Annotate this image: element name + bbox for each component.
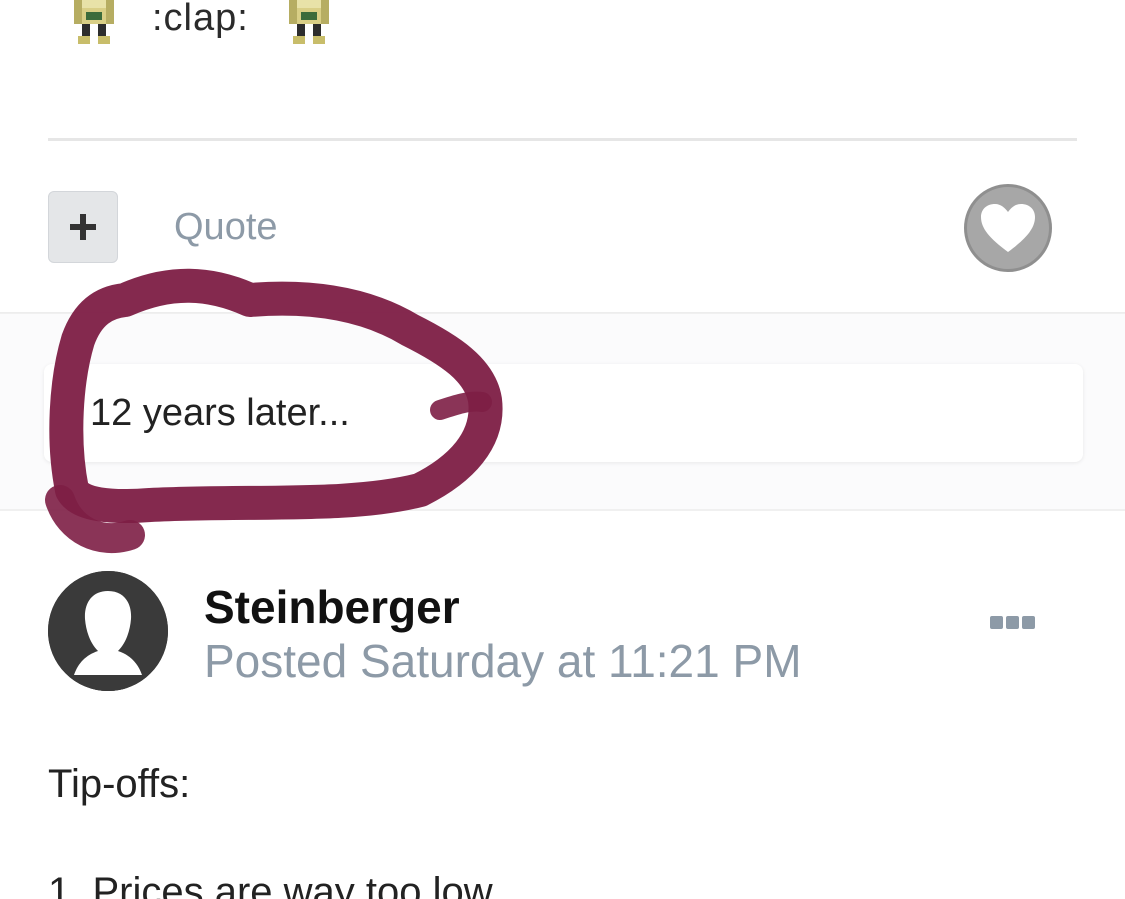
more-options-icon[interactable] bbox=[990, 612, 1044, 632]
like-button[interactable] bbox=[964, 184, 1052, 272]
avatar-silhouette-icon bbox=[48, 571, 168, 691]
more-dot bbox=[1006, 615, 1019, 629]
post-body-heading: Tip-offs: bbox=[48, 762, 191, 806]
clap-sprite-icon bbox=[74, 0, 114, 44]
more-dot bbox=[990, 615, 1003, 629]
plus-icon bbox=[70, 214, 96, 240]
forum-thread-page: :clap: Quote 12 years later... Steinberg… bbox=[0, 0, 1125, 899]
post-body-list-item: 1. Prices are way too low bbox=[48, 870, 493, 899]
post-timestamp[interactable]: Posted Saturday at 11:21 PM bbox=[204, 634, 802, 688]
clap-emoji-text: :clap: bbox=[152, 0, 249, 39]
more-dot bbox=[1022, 615, 1035, 629]
clap-emoji-line: :clap: bbox=[70, 0, 333, 48]
clap-sprite-icon bbox=[288, 0, 329, 44]
post-divider bbox=[48, 138, 1077, 141]
section-divider bbox=[0, 509, 1125, 511]
event-text: 12 years later... bbox=[90, 392, 350, 434]
quote-button[interactable]: Quote bbox=[174, 206, 278, 249]
author-name[interactable]: Steinberger bbox=[204, 580, 460, 634]
author-avatar[interactable] bbox=[48, 571, 168, 691]
heart-icon bbox=[981, 204, 1035, 252]
multiquote-plus-button[interactable] bbox=[48, 191, 118, 263]
